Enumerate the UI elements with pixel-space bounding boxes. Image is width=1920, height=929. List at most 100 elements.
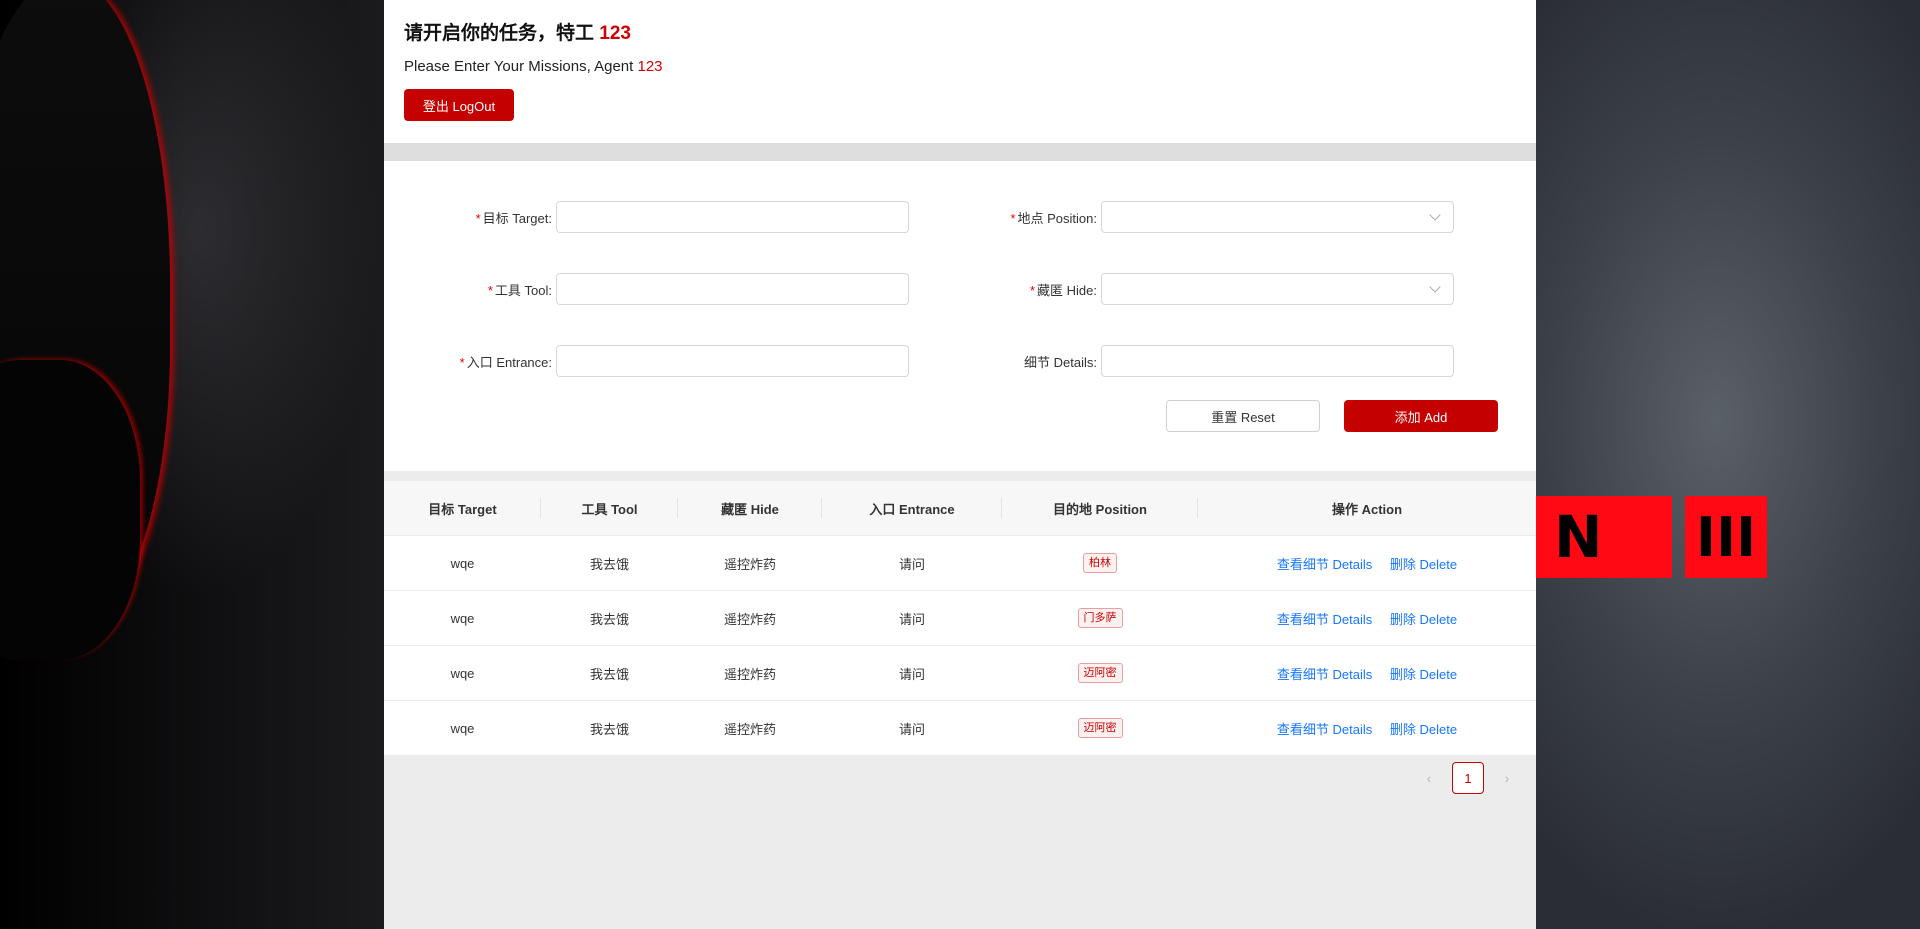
- position-tag: 迈阿密: [1077, 663, 1123, 683]
- missions-table: 目标 Target 工具 Tool 藏匿 Hide 入口 Entrance 目的…: [384, 481, 1536, 755]
- position-select[interactable]: [1101, 201, 1454, 233]
- table-row: wqe 我去饿 遥控炸药 请问 迈阿密 查看细节 Details 删除 Dele…: [384, 645, 1536, 700]
- entrance-label-text: 入口 Entrance:: [466, 354, 552, 370]
- cell-hide: 遥控炸药: [723, 721, 776, 737]
- cell-hide: 遥控炸药: [723, 666, 776, 682]
- subtitle-agent-id: 123: [637, 58, 663, 75]
- page-subtitle: Please Enter Your Missions, Agent 123: [404, 57, 1516, 77]
- cell-hide: 遥控炸药: [723, 611, 776, 627]
- form-row-details: 细节 Details:: [929, 345, 1454, 377]
- chevron-down-icon: [1429, 209, 1441, 221]
- cell-entrance: 请问: [898, 556, 925, 572]
- entrance-input[interactable]: [556, 345, 909, 377]
- target-label: * 目标 Target:: [384, 208, 556, 227]
- table-row: wqe 我去饿 遥控炸药 请问 柏林 查看细节 Details 删除 Delet…: [384, 535, 1536, 590]
- form-row-entrance: * 入口 Entrance:: [384, 345, 909, 377]
- column-header-target: 目标 Target: [384, 498, 541, 518]
- details-link[interactable]: 查看细节 Details: [1277, 722, 1372, 737]
- cell-target: wqe: [450, 665, 475, 681]
- cell-target: wqe: [450, 610, 475, 626]
- cell-tool: 我去饿: [589, 556, 629, 572]
- mission-form: * 目标 Target: * 地点 Position: * 工具 Tool: * 藏匿 …: [384, 161, 1536, 471]
- agent-id: 123: [599, 23, 631, 44]
- cell-target: wqe: [450, 720, 475, 736]
- tool-label-text: 工具 Tool:: [494, 282, 552, 298]
- cell-entrance: 请问: [898, 721, 925, 737]
- title-text: 请开启你的任务，特工: [404, 23, 595, 44]
- cell-tool: 我去饿: [589, 721, 629, 737]
- tool-label: * 工具 Tool:: [384, 280, 556, 299]
- hooded-figure-shoulder: [0, 360, 140, 660]
- delete-link[interactable]: 删除 Delete: [1390, 722, 1457, 737]
- delete-link[interactable]: 删除 Delete: [1390, 557, 1457, 572]
- cell-action: 查看细节 Details 删除 Delete: [1198, 719, 1536, 738]
- required-mark: *: [475, 210, 481, 226]
- required-mark: *: [1029, 282, 1036, 298]
- table-row: wqe 我去饿 遥控炸药 请问 门多萨 查看细节 Details 删除 Dele…: [384, 590, 1536, 645]
- entrance-label: * 入口 Entrance:: [384, 352, 556, 371]
- section-divider: [384, 143, 1536, 161]
- target-label-text: 目标 Target:: [482, 210, 552, 226]
- cell-action: 查看细节 Details 删除 Delete: [1198, 554, 1536, 573]
- position-tag: 门多萨: [1077, 608, 1123, 628]
- reset-button[interactable]: 重置 Reset: [1166, 400, 1320, 432]
- column-header-tool: 工具 Tool: [541, 498, 678, 518]
- form-row-hide: * 藏匿 Hide:: [929, 273, 1454, 305]
- cell-tool: 我去饿: [589, 666, 629, 682]
- tool-input[interactable]: [556, 273, 909, 305]
- hide-select[interactable]: [1101, 273, 1454, 305]
- details-link[interactable]: 查看细节 Details: [1277, 667, 1372, 682]
- add-button[interactable]: 添加 Add: [1344, 400, 1498, 432]
- cell-position: 迈阿密: [1002, 663, 1198, 683]
- chevron-down-icon: [1429, 281, 1441, 293]
- table-header: 目标 Target 工具 Tool 藏匿 Hide 入口 Entrance 目的…: [384, 481, 1536, 535]
- cell-hide: 遥控炸药: [723, 556, 776, 572]
- background-right: [1536, 0, 1920, 929]
- form-row-position: * 地点 Position:: [929, 201, 1454, 233]
- hide-label-text: 藏匿 Hide:: [1037, 282, 1097, 298]
- position-tag: 柏林: [1083, 553, 1117, 573]
- details-link[interactable]: 查看细节 Details: [1277, 557, 1372, 572]
- column-header-entrance: 入口 Entrance: [822, 498, 1002, 518]
- main-panel: 请开启你的任务，特工 123 Please Enter Your Mission…: [384, 0, 1536, 929]
- details-input[interactable]: [1101, 345, 1454, 377]
- page-1-button[interactable]: 1: [1452, 762, 1484, 794]
- cell-entrance: 请问: [898, 666, 925, 682]
- page-header: 请开启你的任务，特工 123 Please Enter Your Mission…: [384, 0, 1536, 143]
- column-header-action: 操作 Action: [1331, 501, 1403, 517]
- position-label: * 地点 Position:: [929, 208, 1101, 227]
- cell-action: 查看细节 Details 删除 Delete: [1198, 664, 1536, 683]
- logout-button[interactable]: 登出 LogOut: [404, 89, 514, 121]
- cell-tool: 我去饿: [589, 611, 629, 627]
- logo-iii: III: [1685, 496, 1767, 578]
- required-mark: *: [1010, 210, 1016, 226]
- details-link[interactable]: 查看细节 Details: [1277, 612, 1372, 627]
- position-tag: 迈阿密: [1077, 718, 1123, 738]
- required-mark: *: [459, 354, 465, 370]
- details-label: 细节 Details:: [1024, 354, 1097, 370]
- position-label-text: 地点 Position:: [1017, 210, 1097, 226]
- form-row-target: * 目标 Target:: [384, 201, 909, 233]
- form-row-tool: * 工具 Tool:: [384, 273, 909, 305]
- cell-position: 门多萨: [1002, 608, 1198, 628]
- table-row: wqe 我去饿 遥控炸药 请问 迈阿密 查看细节 Details 删除 Dele…: [384, 700, 1536, 755]
- page-title: 请开启你的任务，特工 123: [404, 20, 1516, 48]
- delete-link[interactable]: 删除 Delete: [1390, 612, 1457, 627]
- hide-label: * 藏匿 Hide:: [929, 280, 1101, 299]
- cell-position: 柏林: [1002, 553, 1198, 573]
- cell-target: wqe: [450, 555, 475, 571]
- cell-position: 迈阿密: [1002, 718, 1198, 738]
- prev-page-icon[interactable]: ‹: [1420, 770, 1438, 786]
- column-header-hide: 藏匿 Hide: [678, 498, 822, 518]
- background-left: [0, 0, 384, 929]
- required-mark: *: [487, 282, 493, 298]
- column-header-position: 目的地 Position: [1002, 498, 1198, 518]
- subtitle-text: Please Enter Your Missions, Agent: [404, 58, 634, 75]
- delete-link[interactable]: 删除 Delete: [1390, 667, 1457, 682]
- cell-action: 查看细节 Details 删除 Delete: [1198, 609, 1536, 628]
- cell-entrance: 请问: [898, 611, 925, 627]
- pagination: ‹ 1 ›: [1420, 762, 1516, 794]
- logo-n: N: [1536, 496, 1672, 578]
- target-input[interactable]: [556, 201, 909, 233]
- next-page-icon[interactable]: ›: [1498, 770, 1516, 786]
